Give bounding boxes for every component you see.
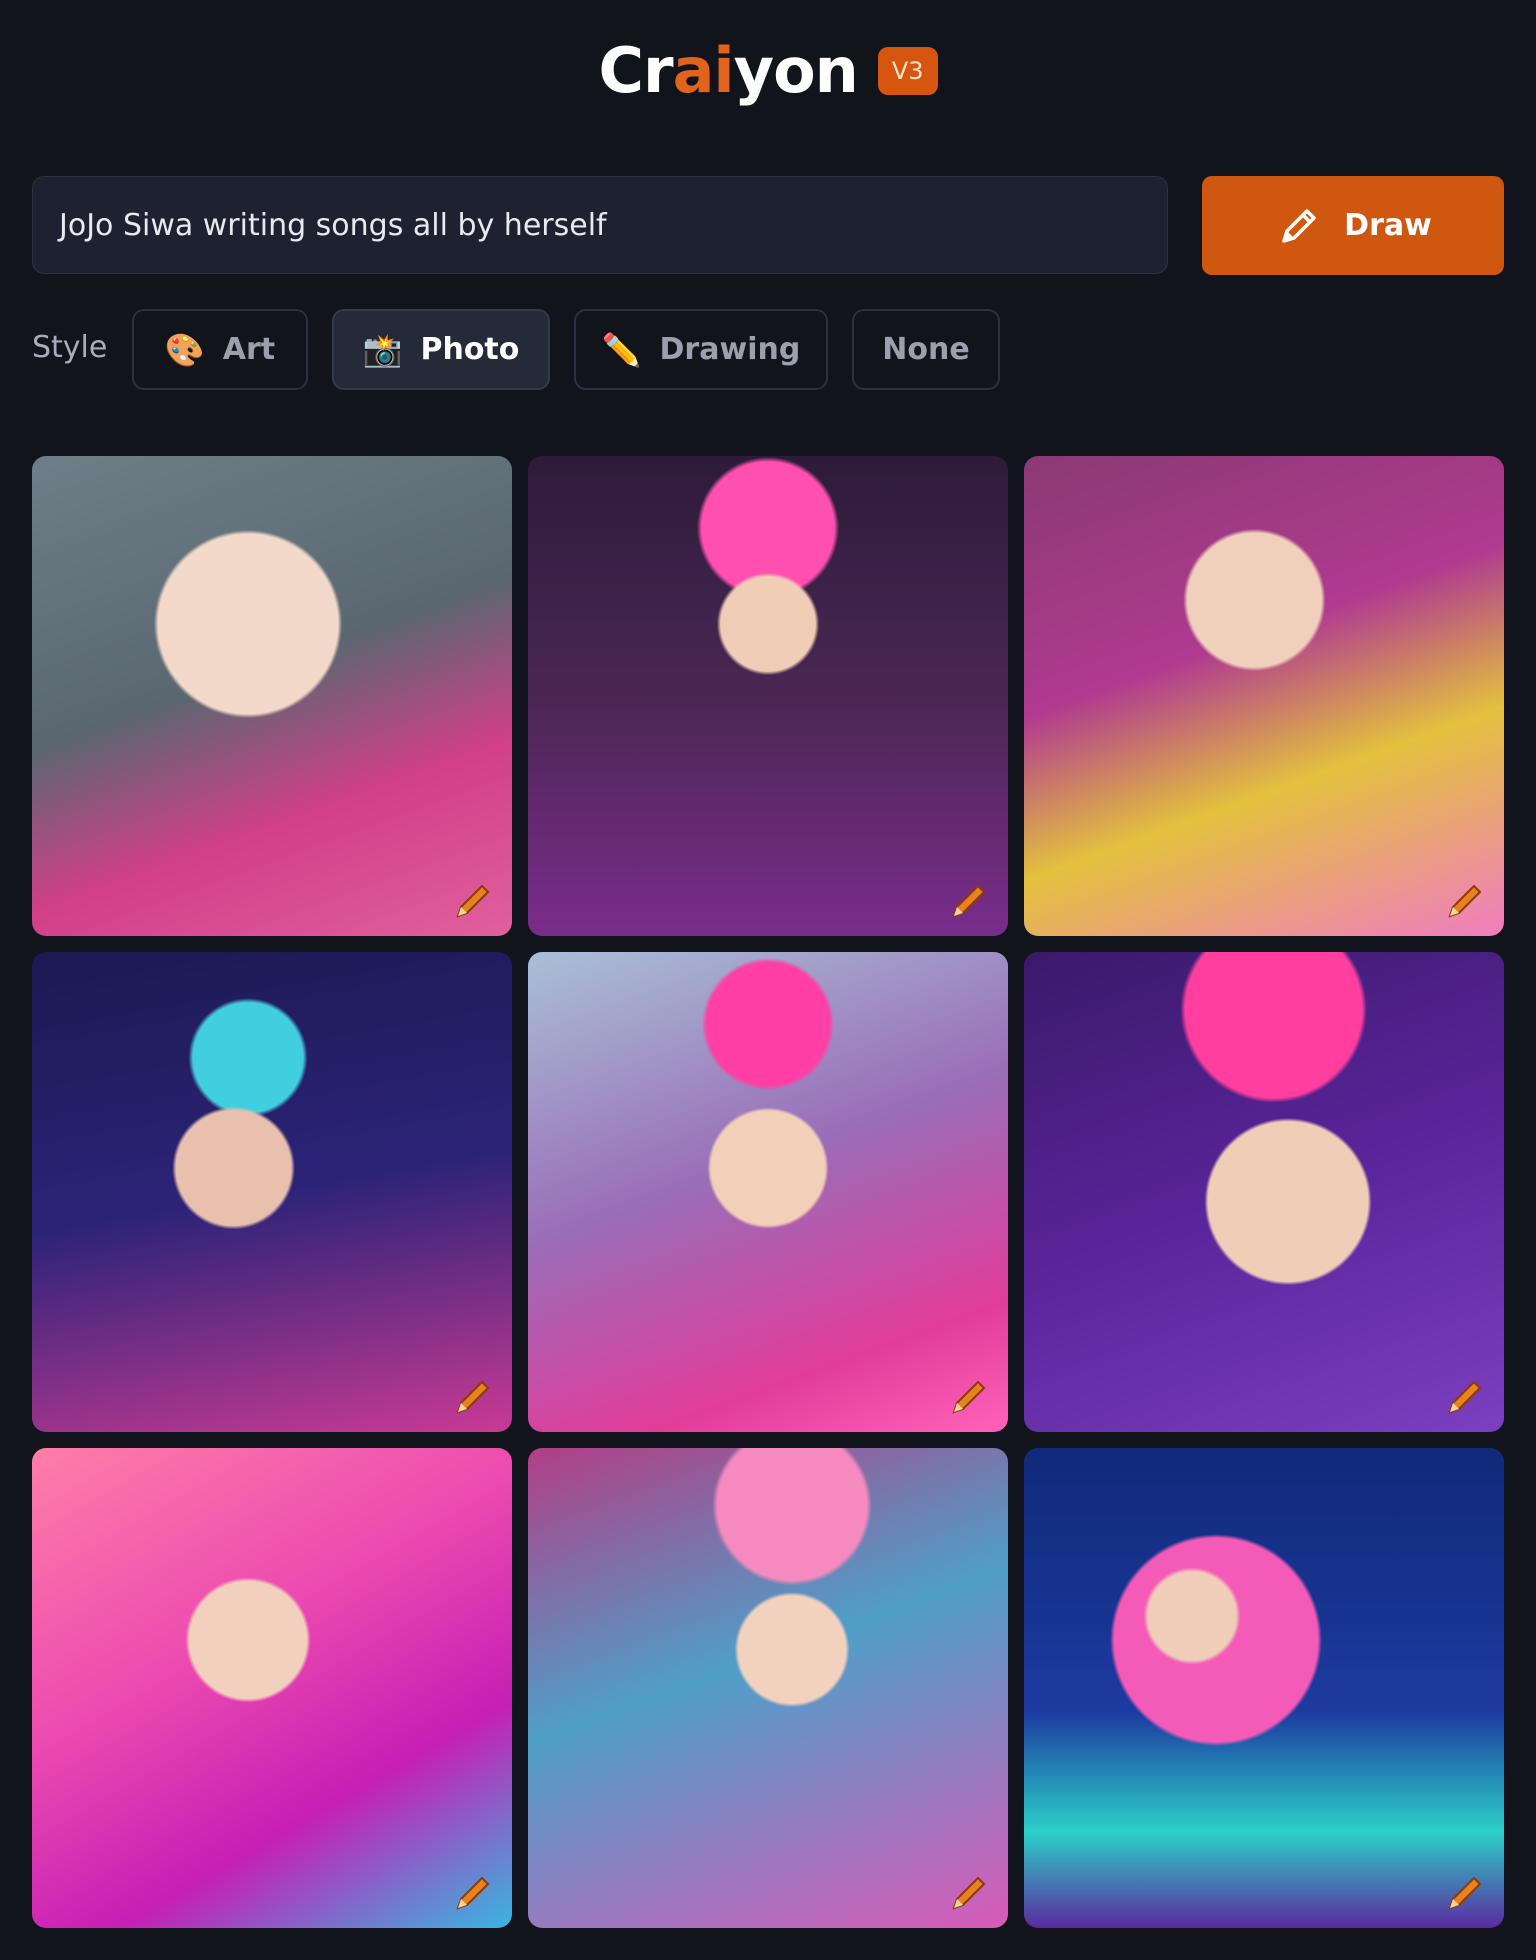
style-option-photo[interactable]: 📸 Photo xyxy=(332,309,550,390)
style-option-label: Art xyxy=(222,332,276,367)
pencil-icon[interactable] xyxy=(452,1870,496,1914)
results-grid xyxy=(32,456,1504,1928)
pencil-icon[interactable] xyxy=(1444,1870,1488,1914)
result-image[interactable] xyxy=(32,1448,512,1928)
result-image[interactable] xyxy=(528,456,1008,936)
result-image[interactable] xyxy=(1024,456,1504,936)
result-image[interactable] xyxy=(528,952,1008,1432)
draw-button[interactable]: Draw xyxy=(1202,176,1504,275)
style-label: Style xyxy=(32,330,108,365)
palette-icon: 🎨 xyxy=(164,330,205,369)
pencil-icon[interactable] xyxy=(1444,1374,1488,1418)
draw-button-label: Draw xyxy=(1344,208,1432,243)
pencil-emoji-icon: ✏️ xyxy=(601,330,642,369)
style-option-label: None xyxy=(882,332,970,367)
app-logo[interactable]: Craiyon V3 xyxy=(0,40,1536,102)
pencil-icon[interactable] xyxy=(452,1374,496,1418)
pencil-icon[interactable] xyxy=(452,878,496,922)
prompt-input[interactable]: JoJo Siwa writing songs all by herself xyxy=(32,176,1168,274)
style-option-none[interactable]: None xyxy=(852,309,1000,390)
style-option-art[interactable]: 🎨 Art xyxy=(132,309,308,390)
result-image[interactable] xyxy=(32,952,512,1432)
result-image[interactable] xyxy=(1024,952,1504,1432)
result-image[interactable] xyxy=(1024,1448,1504,1928)
pencil-icon[interactable] xyxy=(1444,878,1488,922)
style-option-label: Photo xyxy=(420,332,520,367)
camera-flash-icon: 📸 xyxy=(362,330,403,369)
style-option-drawing[interactable]: ✏️ Drawing xyxy=(574,309,828,390)
pencil-icon[interactable] xyxy=(948,1374,992,1418)
result-image[interactable] xyxy=(32,456,512,936)
prompt-text: JoJo Siwa writing songs all by herself xyxy=(59,207,607,243)
style-option-label: Drawing xyxy=(659,332,801,367)
version-badge: V3 xyxy=(877,47,938,95)
logo-wordmark: Craiyon xyxy=(598,34,858,107)
pencil-icon[interactable] xyxy=(948,1870,992,1914)
pencil-icon xyxy=(1282,208,1316,243)
result-image[interactable] xyxy=(528,1448,1008,1928)
pencil-icon[interactable] xyxy=(948,878,992,922)
